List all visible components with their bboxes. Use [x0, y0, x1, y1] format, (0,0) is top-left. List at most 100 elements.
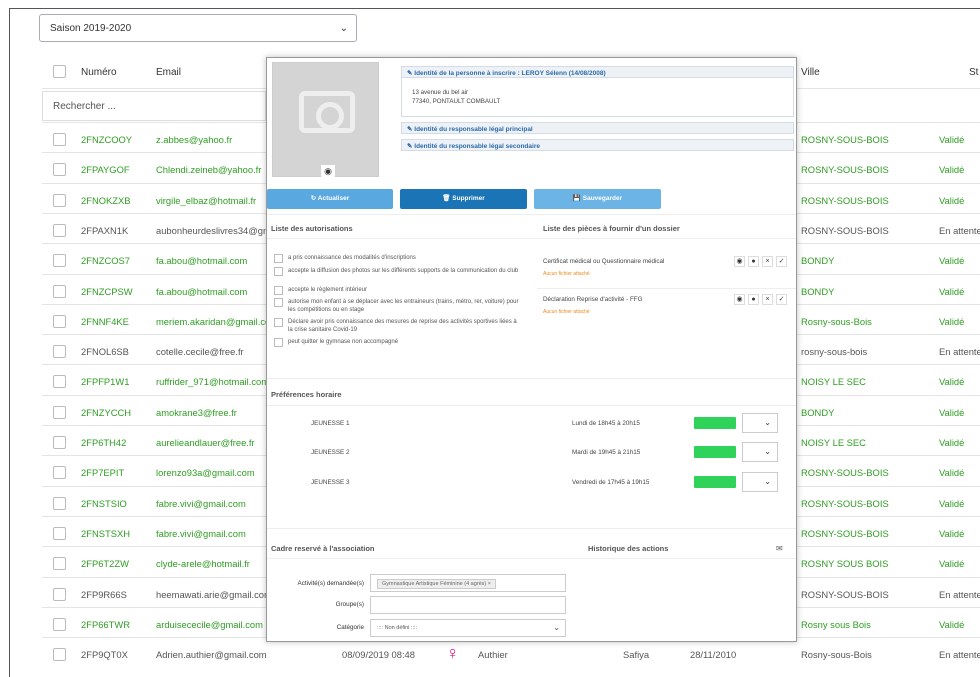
column-header-email[interactable]: Email [156, 67, 181, 78]
photo-placeholder[interactable]: ◉ [272, 62, 379, 177]
search-input[interactable]: Rechercher ... [42, 91, 266, 121]
eye-icon[interactable]: ◉ [734, 294, 745, 305]
legal-primary-header[interactable]: ✎ Identité du responsable légal principa… [401, 122, 794, 134]
row-checkbox[interactable] [53, 224, 66, 237]
column-header-statut[interactable]: St [969, 67, 978, 78]
row-ville: ROSNY-SOUS-BOIS [801, 528, 889, 539]
column-header-numero[interactable]: Numéro [81, 67, 117, 78]
save-button[interactable]: 💾 Sauvegarder [534, 189, 661, 209]
row-ville: ROSNY-SOUS-BOIS [801, 134, 889, 145]
authorization-item: peut quitter le gymnase non accompagné [274, 338, 519, 347]
preference-select[interactable]: ⌄ [742, 413, 778, 433]
authorization-item: autorise mon enfant à se déplacer avec l… [274, 298, 519, 314]
divider [267, 528, 796, 529]
row-ville: BONDY [801, 286, 835, 297]
user-icon[interactable]: ● [748, 294, 759, 305]
row-email: Adrien.authier@gmail.com [156, 649, 267, 660]
row-statut: Validé [939, 467, 965, 478]
row-statut: Validé [939, 498, 965, 509]
row-statut: Validé [939, 619, 965, 630]
row-numero: 2FPFP1W1 [81, 376, 130, 387]
authorization-checkbox[interactable] [274, 254, 283, 263]
preference-indicator [694, 446, 736, 458]
activities-field[interactable]: Gymnastique Artistique Féminine (4 agrès… [370, 574, 566, 592]
row-checkbox[interactable] [53, 618, 66, 631]
legal-secondary-header[interactable]: ✎ Identité du responsable légal secondai… [401, 139, 794, 151]
delete-button[interactable]: 🗑 Supprimer [400, 189, 527, 209]
check-icon[interactable]: ✓ [776, 256, 787, 267]
document-status: Aucun fichier attaché [543, 271, 590, 277]
row-checkbox[interactable] [53, 557, 66, 570]
row-checkbox[interactable] [53, 406, 66, 419]
row-checkbox[interactable] [53, 527, 66, 540]
row-checkbox[interactable] [53, 133, 66, 146]
row-email: aurelieandlauer@free.fr [156, 437, 255, 448]
close-icon[interactable]: × [762, 256, 773, 267]
row-numero: 2FP7EPIT [81, 467, 125, 478]
row-numero: 2FNNF4KE [81, 316, 129, 327]
row-checkbox[interactable] [53, 345, 66, 358]
authorization-item: accepte le règlement intérieur [274, 286, 519, 295]
document-item: Déclaration Reprise d'activité - FFG Auc… [543, 294, 793, 315]
authorization-checkbox[interactable] [274, 338, 283, 347]
preference-select[interactable]: ⌄ [742, 472, 778, 492]
row-checkbox[interactable] [53, 436, 66, 449]
refresh-button[interactable]: ↻ Actualiser [267, 189, 393, 209]
preference-select[interactable]: ⌄ [742, 442, 778, 462]
document-actions: ◉ ● × ✓ [734, 294, 787, 305]
row-checkbox[interactable] [53, 466, 66, 479]
document-status: Aucun fichier attaché [543, 309, 590, 315]
row-checkbox[interactable] [53, 194, 66, 207]
row-ville: ROSNY-SOUS-BOIS [801, 164, 889, 175]
close-icon[interactable]: × [488, 581, 491, 587]
user-icon[interactable]: ● [748, 256, 759, 267]
row-ville: ROSNY-SOUS-BOIS [801, 589, 889, 600]
row-ville: ROSNY-SOUS-BOIS [801, 225, 889, 236]
row-ville: ROSNY-SOUS-BOIS [801, 467, 889, 478]
row-checkbox[interactable] [53, 315, 66, 328]
row-numero: 2FNZYCCH [81, 407, 132, 418]
envelope-icon[interactable]: ✉ [776, 544, 783, 553]
row-email: arduisececile@gmail.com [156, 619, 263, 630]
divider [267, 558, 796, 559]
row-checkbox[interactable] [53, 163, 66, 176]
activity-tag[interactable]: Gymnastique Artistique Féminine (4 agrès… [377, 579, 496, 589]
authorization-checkbox[interactable] [274, 298, 283, 307]
identity-title: Identité de la personne à inscrire : LER… [414, 70, 606, 77]
preference-slot: Mardi de 19h45 à 21h15 [572, 449, 641, 456]
row-ville: Rosny-sous-Bois [801, 316, 872, 327]
row-numero: 2FNSTSIO [81, 498, 127, 509]
authorization-label: Déclare avoir pris connaissance des mesu… [288, 319, 517, 333]
column-header-ville[interactable]: Ville [801, 67, 820, 78]
row-numero: 2FPAYGOF [81, 164, 130, 175]
row-ville: ROSNY-SOUS-BOIS [801, 498, 889, 509]
row-statut: Validé [939, 286, 965, 297]
row-email: fa.abou@hotmail.com [156, 286, 248, 297]
row-checkbox[interactable] [53, 497, 66, 510]
row-checkbox[interactable] [53, 254, 66, 267]
season-select[interactable]: Saison 2019-2020 ⌄ [39, 14, 357, 42]
category-select[interactable]: :::: Non défini :::: ⌄ [370, 619, 566, 637]
eye-icon[interactable]: ◉ [734, 256, 745, 267]
check-icon[interactable]: ✓ [776, 294, 787, 305]
authorization-checkbox[interactable] [274, 286, 283, 295]
save-label: Sauvegarder [582, 195, 623, 202]
identity-header[interactable]: ✎ Identité de la personne à inscrire : L… [401, 66, 794, 78]
close-icon[interactable]: × [762, 294, 773, 305]
row-checkbox[interactable] [53, 375, 66, 388]
divider [267, 405, 796, 406]
row-numero: 2FP66TWR [81, 619, 130, 630]
authorization-checkbox[interactable] [274, 318, 283, 327]
row-numero: 2FNOL6SB [81, 346, 129, 357]
select-all-checkbox[interactable] [53, 65, 66, 78]
row-checkbox[interactable] [53, 588, 66, 601]
row-checkbox[interactable] [53, 285, 66, 298]
preference-group: JEUNESSE 3 [311, 479, 350, 486]
row-email: z.abbes@yahoo.fr [156, 134, 233, 145]
row-naissance: 28/11/2010 [690, 649, 737, 660]
authorization-checkbox[interactable] [274, 267, 283, 276]
camera-upload-icon[interactable]: ◉ [321, 165, 335, 177]
row-checkbox[interactable] [53, 648, 66, 661]
groups-field[interactable] [370, 596, 566, 614]
authorization-label: a pris connaissance des modalités d'insc… [288, 255, 416, 261]
